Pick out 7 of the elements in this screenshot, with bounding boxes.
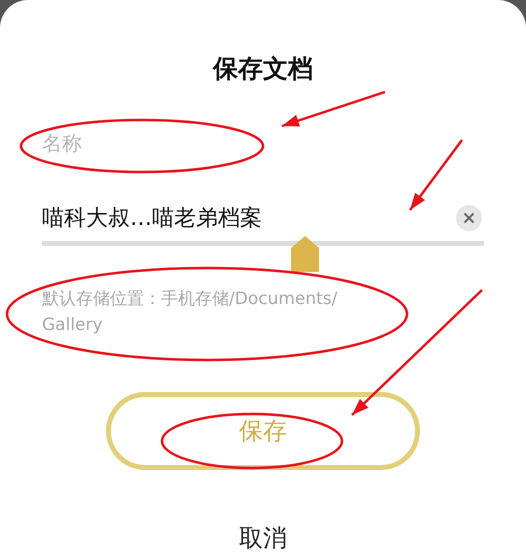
cancel-button[interactable]: 取消 (239, 520, 287, 556)
name-label: 名称 (42, 130, 83, 156)
cursor-handle-icon[interactable] (291, 236, 319, 272)
dialog-title: 保存文档 (213, 53, 313, 85)
annotation-arrow (409, 139, 463, 211)
storage-location-hint: 默认存储位置：手机存储/Documents/ Gallery (42, 288, 338, 336)
clear-icon[interactable] (456, 205, 482, 231)
